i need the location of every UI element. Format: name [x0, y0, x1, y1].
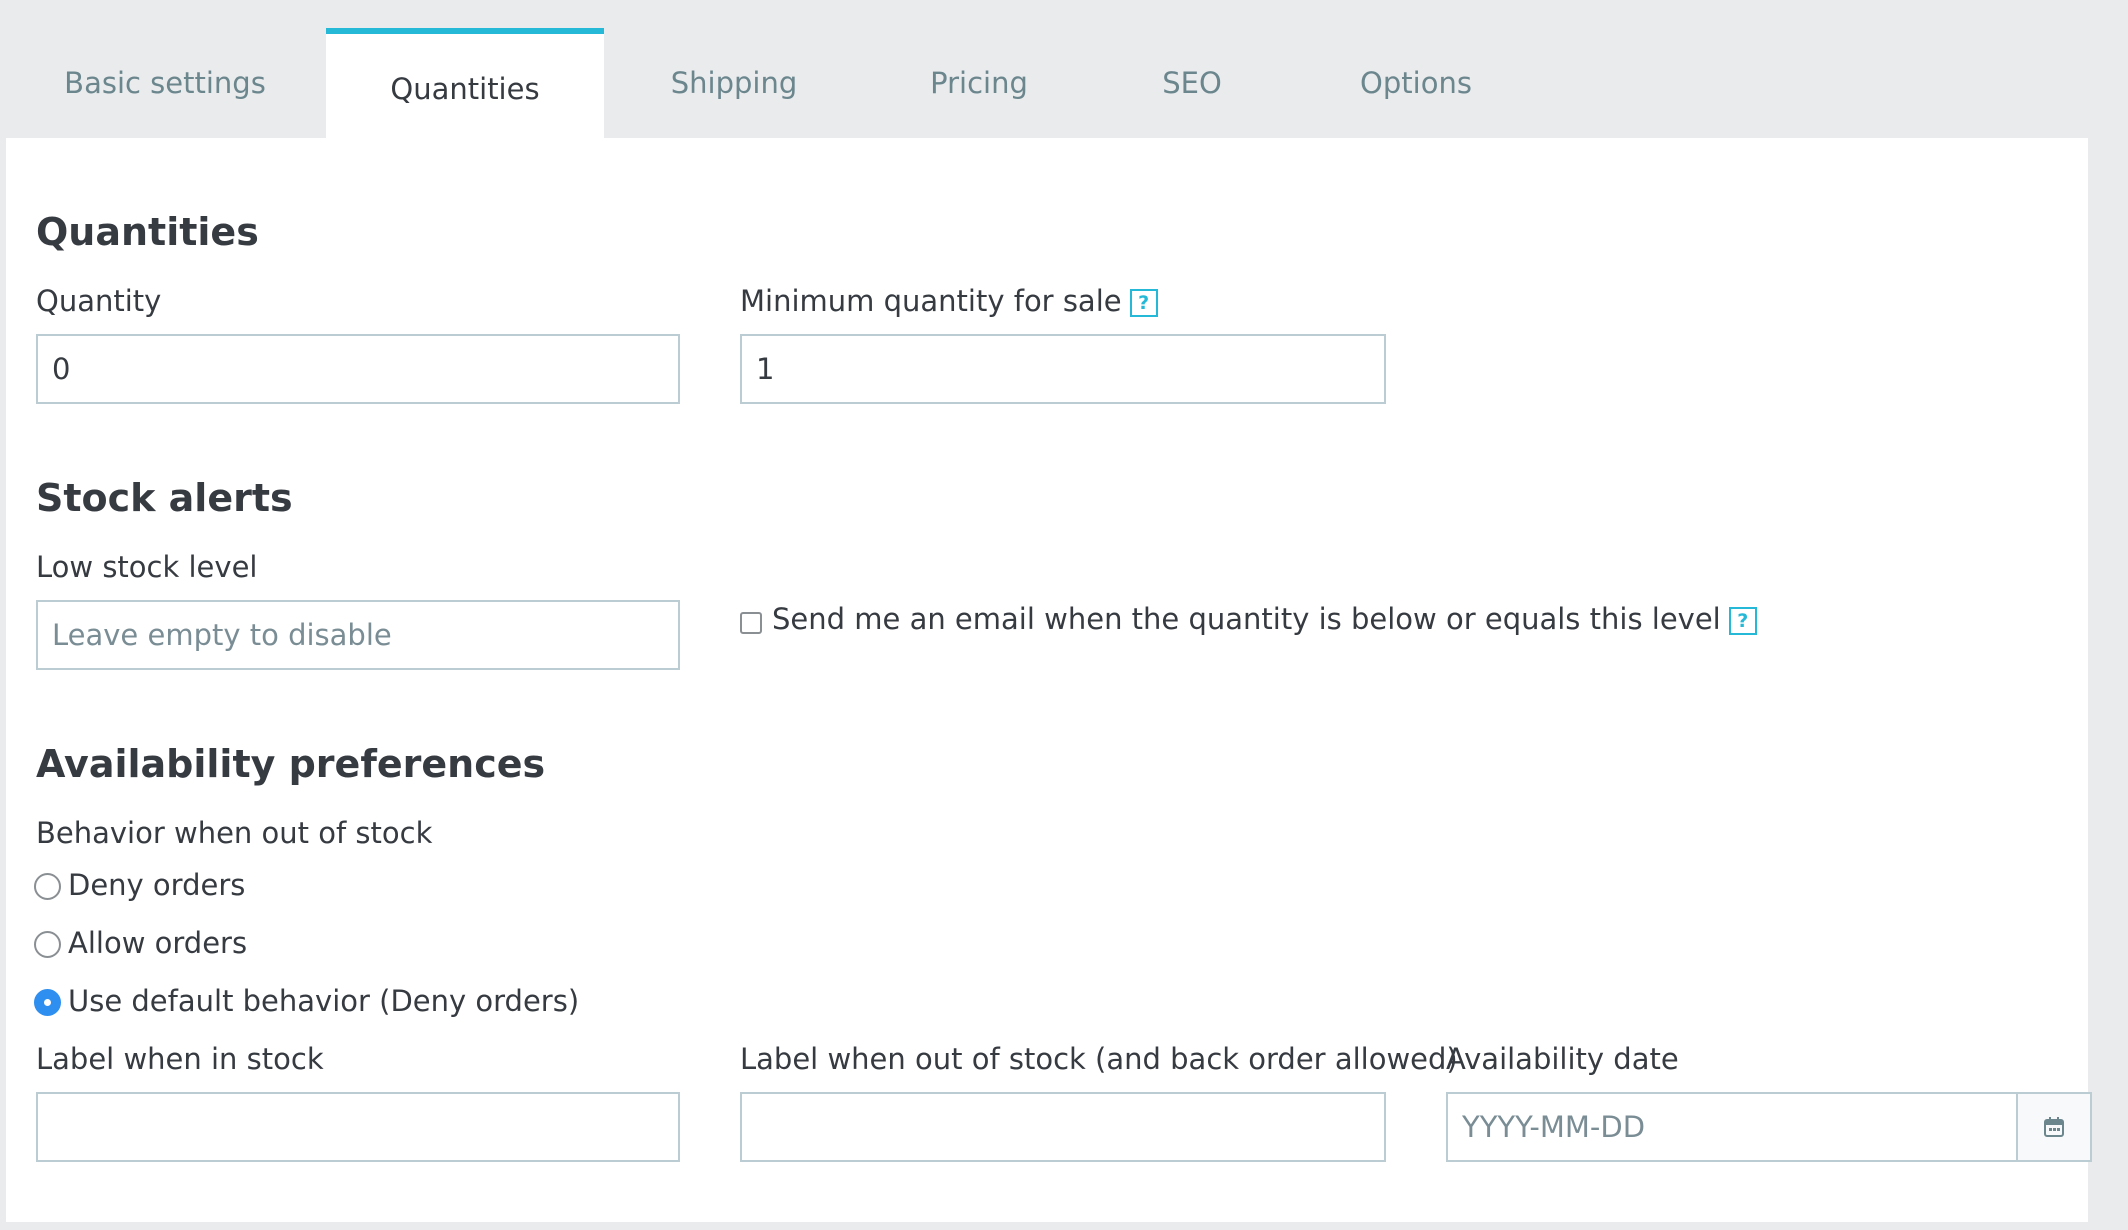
calendar-button[interactable] — [2018, 1092, 2092, 1162]
default-behavior-radio[interactable] — [34, 989, 61, 1016]
stock-alerts-heading: Stock alerts — [36, 476, 293, 520]
help-icon[interactable]: ? — [1728, 607, 1757, 635]
help-icon[interactable]: ? — [1129, 289, 1158, 317]
tab-bar: Basic settings Quantities Shipping Prici… — [0, 0, 2128, 138]
deny-orders-label[interactable]: Deny orders — [68, 868, 245, 902]
availability-date-label: Availability date — [1446, 1042, 1679, 1076]
low-stock-label: Low stock level — [36, 550, 258, 584]
tab-seo[interactable]: SEO — [1130, 28, 1254, 138]
allow-orders-radio[interactable] — [34, 931, 61, 958]
email-alert-label: Send me an email when the quantity is be… — [772, 602, 1757, 636]
quantities-panel: Quantities Quantity Minimum quantity for… — [6, 138, 2092, 1222]
allow-orders-label[interactable]: Allow orders — [68, 926, 247, 960]
tab-options[interactable]: Options — [1330, 28, 1502, 138]
min-quantity-label: Minimum quantity for sale? — [740, 284, 1158, 318]
quantity-label: Quantity — [36, 284, 162, 318]
behavior-label: Behavior when out of stock — [36, 816, 433, 850]
min-quantity-label-text: Minimum quantity for sale — [740, 284, 1122, 318]
calendar-icon — [2044, 1117, 2064, 1137]
in-stock-label-input[interactable] — [36, 1092, 680, 1162]
quantities-heading: Quantities — [36, 210, 259, 254]
email-alert-checkbox[interactable] — [740, 612, 762, 634]
email-alert-label-text: Send me an email when the quantity is be… — [772, 602, 1721, 636]
in-stock-label: Label when in stock — [36, 1042, 324, 1076]
availability-heading: Availability preferences — [36, 742, 546, 786]
tab-basic-settings[interactable]: Basic settings — [40, 28, 290, 138]
quantity-input[interactable] — [36, 334, 680, 404]
out-of-stock-label-input[interactable] — [740, 1092, 1386, 1162]
tab-quantities[interactable]: Quantities — [326, 28, 604, 138]
low-stock-input[interactable] — [36, 600, 680, 670]
tab-pricing[interactable]: Pricing — [870, 28, 1088, 138]
deny-orders-radio[interactable] — [34, 873, 61, 900]
tab-shipping[interactable]: Shipping — [640, 28, 828, 138]
min-quantity-input[interactable] — [740, 334, 1386, 404]
default-behavior-label[interactable]: Use default behavior (Deny orders) — [68, 984, 579, 1018]
out-of-stock-label: Label when out of stock (and back order … — [740, 1042, 1458, 1076]
availability-date-input[interactable] — [1446, 1092, 2018, 1162]
